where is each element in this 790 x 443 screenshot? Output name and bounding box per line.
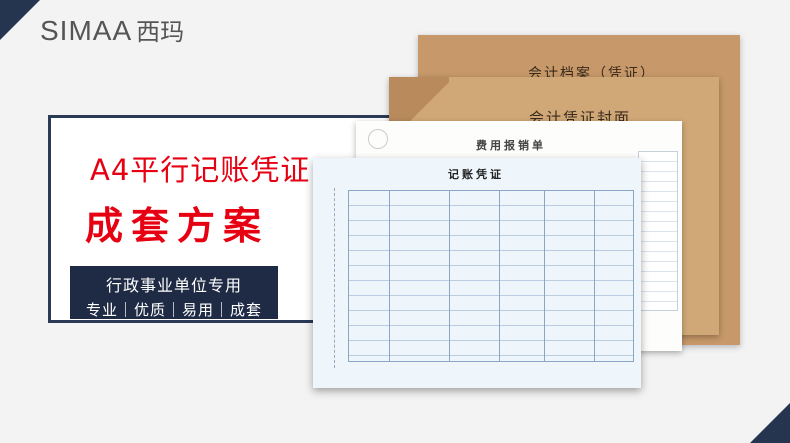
form-stamp-icon bbox=[368, 129, 388, 149]
brand-chinese: 西玛 bbox=[136, 18, 185, 46]
voucher-column-divider bbox=[389, 191, 390, 361]
voucher-column-divider bbox=[499, 191, 500, 361]
corner-decoration-top-left bbox=[0, 0, 40, 40]
voucher-table bbox=[348, 190, 634, 362]
brand-logo: SIMAA 西玛 bbox=[40, 12, 184, 47]
voucher-title: 记账凭证 bbox=[448, 168, 504, 181]
feature-badge: 行政事业单位专用 专业｜优质｜易用｜成套 bbox=[70, 266, 278, 319]
expense-form-title: 费用报销单 bbox=[476, 139, 546, 152]
voucher-binding-strip bbox=[313, 188, 335, 368]
corner-decoration-bottom-right bbox=[750, 403, 790, 443]
hero-title-line-2: 成套方案 bbox=[85, 204, 270, 248]
voucher-column-divider bbox=[544, 191, 545, 361]
voucher-document: 记账凭证 bbox=[313, 158, 641, 388]
badge-line-1: 行政事业单位专用 bbox=[105, 276, 242, 295]
hero-title-line-1: A4平行记账凭证 bbox=[90, 153, 311, 187]
brand-latin: SIMAA bbox=[40, 15, 133, 46]
form-side-table bbox=[638, 151, 678, 311]
voucher-column-divider bbox=[594, 191, 595, 361]
voucher-column-divider bbox=[449, 191, 450, 361]
badge-line-2: 专业｜优质｜易用｜成套 bbox=[85, 301, 262, 319]
